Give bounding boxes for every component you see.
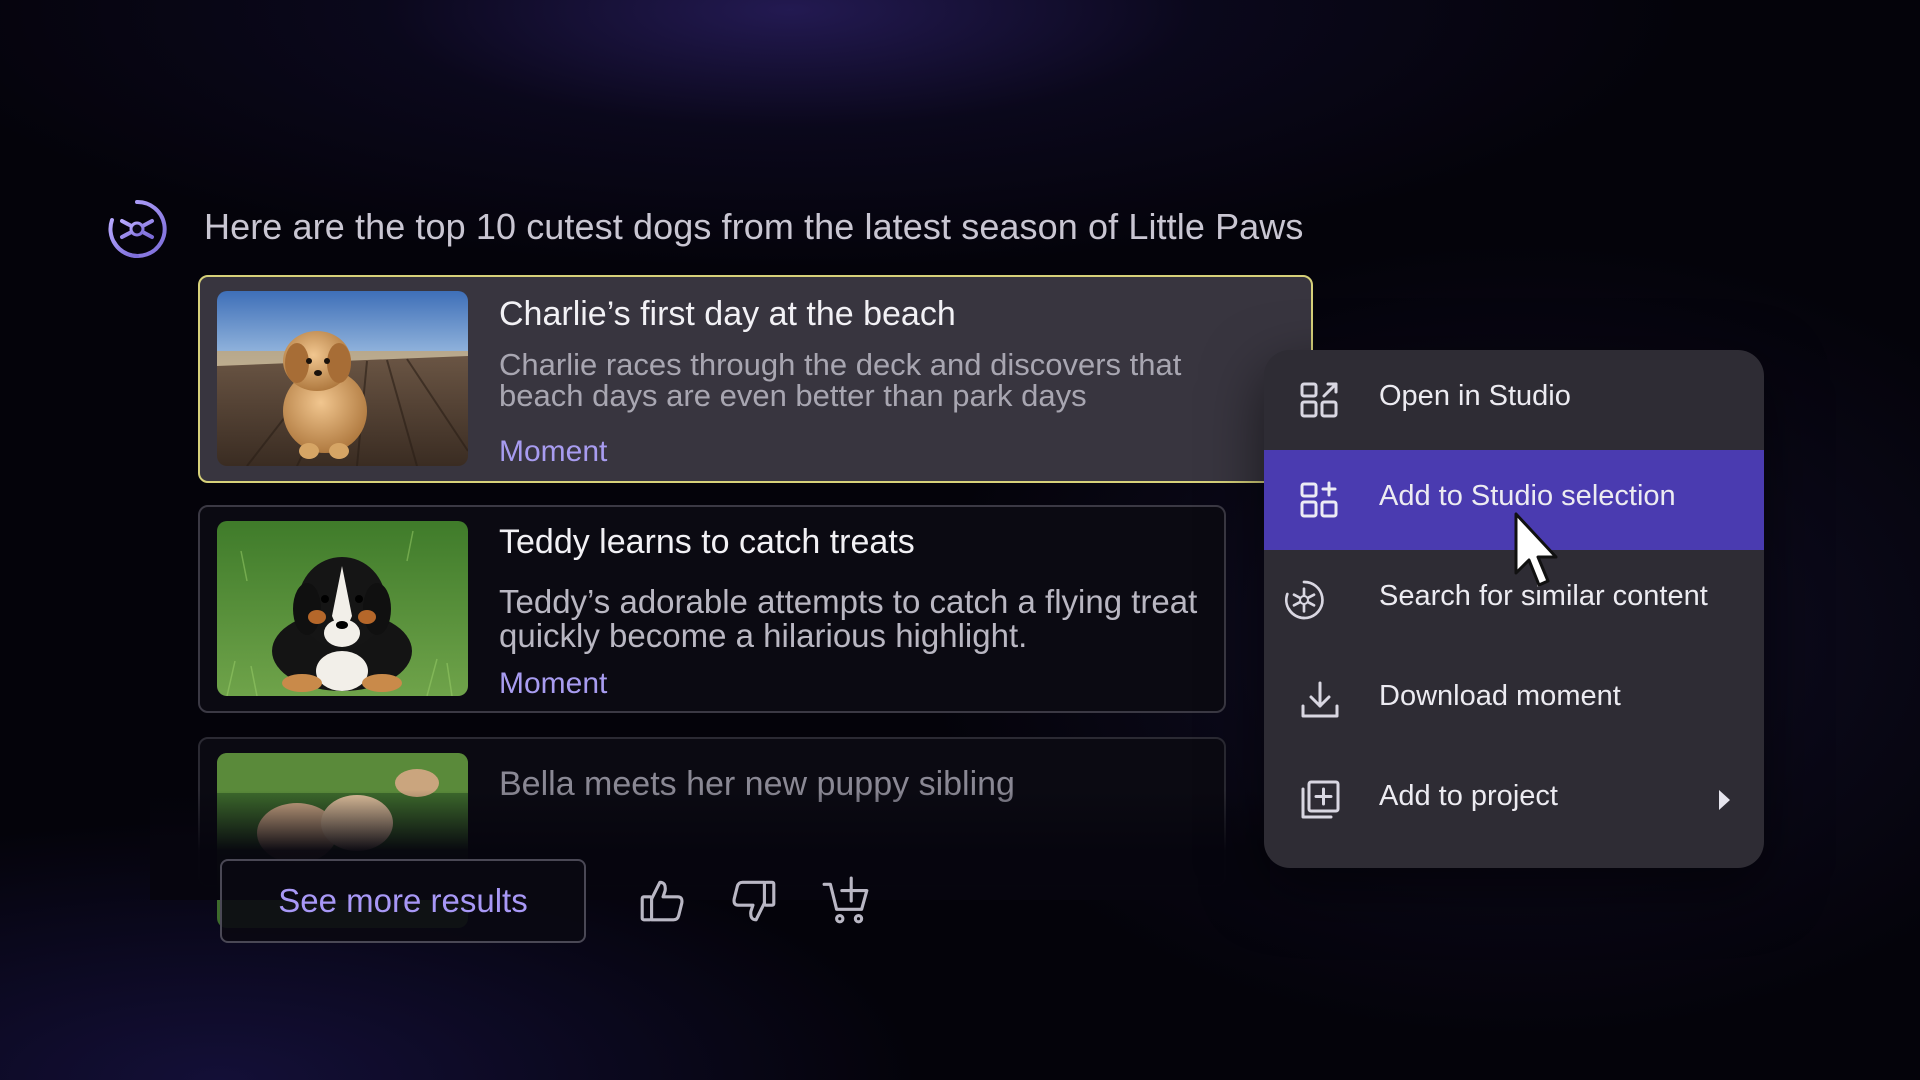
assistant-message: Here are the top 10 cutest dogs from the… <box>204 206 1304 247</box>
open-studio-icon <box>1298 378 1342 422</box>
assistant-sparkle-icon <box>104 196 170 262</box>
add-to-cart-icon[interactable] <box>817 872 875 930</box>
thumbnail-bernese-puppy <box>217 521 468 696</box>
see-more-results-button[interactable]: See more results <box>220 859 586 943</box>
thumbs-down-icon[interactable] <box>725 872 783 930</box>
result-card-charlie[interactable]: Charlie’s first day at the beach Charlie… <box>198 275 1313 483</box>
result-title[interactable]: Teddy learns to catch treats <box>499 523 915 562</box>
result-description: Charlie races through the deck and disco… <box>499 347 1182 413</box>
result-card-teddy[interactable]: Teddy learns to catch treats Teddy’s ado… <box>198 505 1226 713</box>
menu-item-download-moment[interactable]: Download moment <box>1264 650 1764 750</box>
context-menu: Open in Studio Add to Studio selection S… <box>1264 350 1764 868</box>
menu-item-open-in-studio[interactable]: Open in Studio <box>1264 350 1764 450</box>
menu-label: Add to project <box>1379 780 1558 812</box>
result-type-label: Moment <box>499 667 608 700</box>
menu-label: Download moment <box>1379 680 1621 712</box>
menu-label: Open in Studio <box>1379 380 1571 412</box>
result-type-label: Moment <box>499 435 608 468</box>
thumbs-up-icon[interactable] <box>633 872 691 930</box>
chevron-right-icon <box>1716 788 1732 812</box>
menu-item-add-to-project[interactable]: Add to project <box>1264 750 1764 850</box>
thumbnail-fluffy-puppy <box>217 291 468 466</box>
add-project-icon <box>1298 778 1342 822</box>
mouse-pointer-icon <box>1512 511 1564 591</box>
app-stage: Here are the top 10 cutest dogs from the… <box>0 0 1920 1080</box>
menu-label: Add to Studio selection <box>1379 480 1676 512</box>
result-title[interactable]: Charlie’s first day at the beach <box>499 295 956 334</box>
sparkle-search-icon <box>1282 578 1326 622</box>
result-description: Teddy’s adorable attempts to catch a fly… <box>499 583 1198 654</box>
add-studio-icon <box>1298 478 1342 522</box>
download-icon <box>1298 678 1342 722</box>
